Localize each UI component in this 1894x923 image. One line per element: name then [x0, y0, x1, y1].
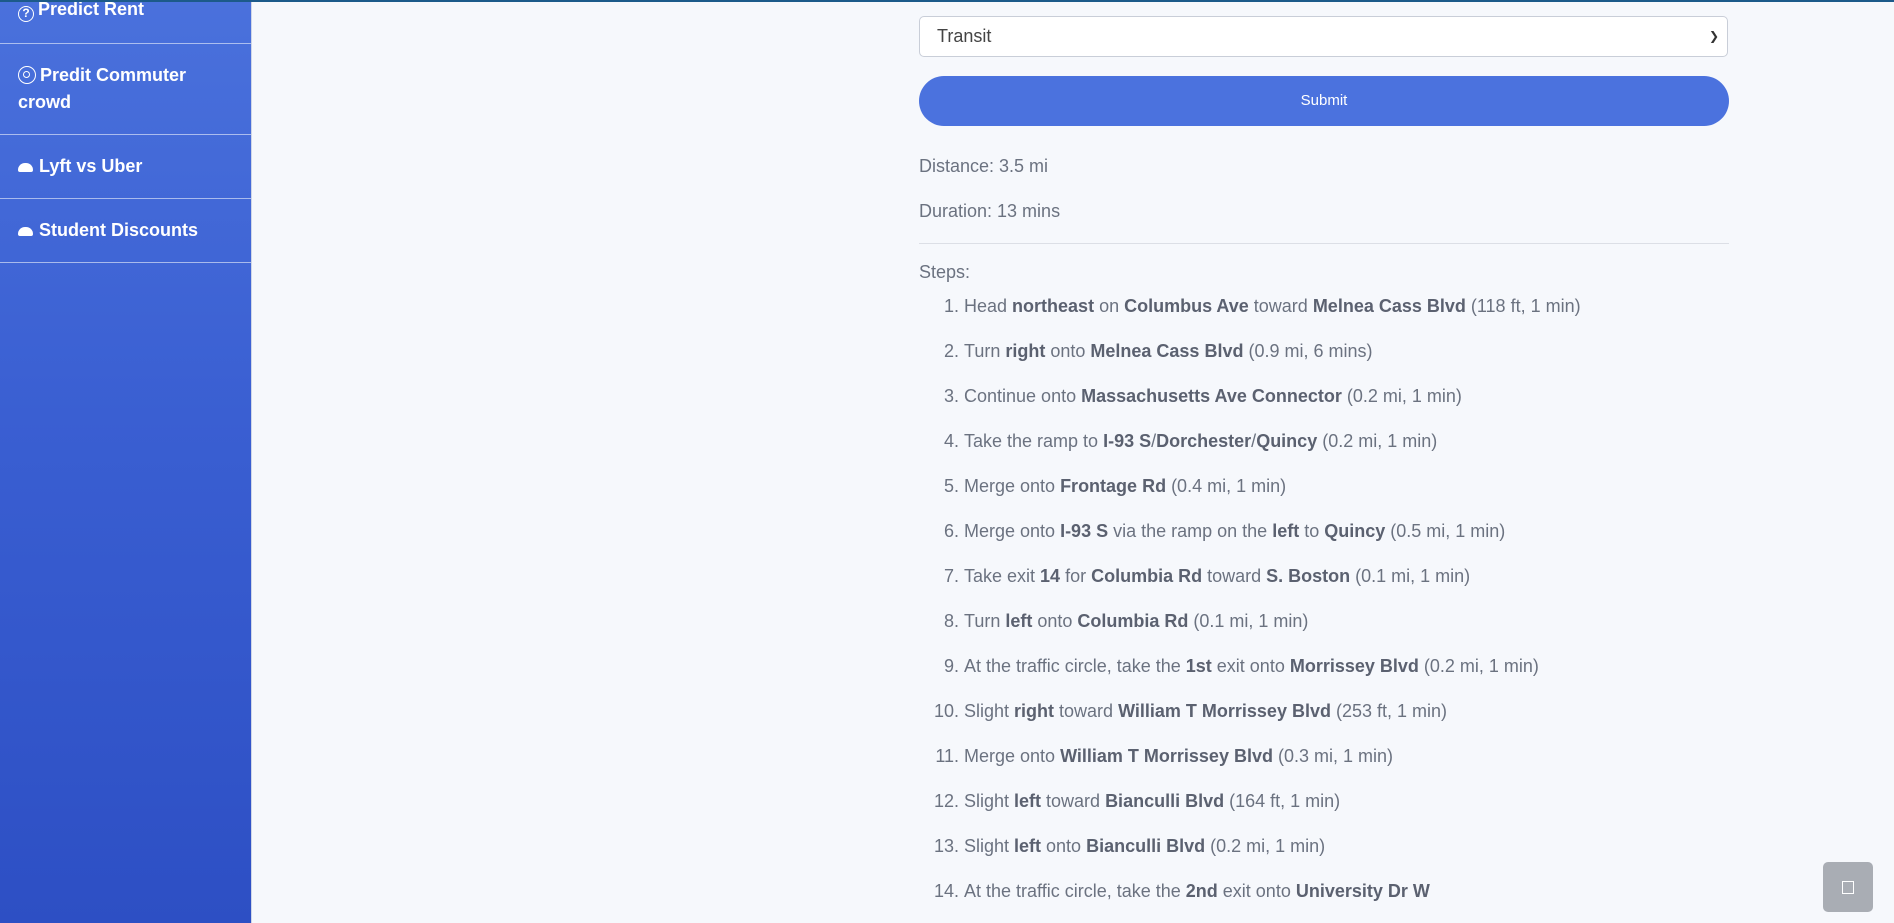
travel-mode-select[interactable]: Transit ❯	[919, 16, 1728, 57]
sidebar-item-label: Predit Commuter crowd	[18, 65, 187, 112]
step-item: Slight left toward Bianculli Blvd (164 f…	[964, 786, 1784, 831]
scroll-top-button[interactable]	[1823, 862, 1873, 912]
sidebar-item-label: Predict Rent	[38, 0, 145, 19]
sidebar-item-label: Lyft vs Uber	[39, 156, 143, 176]
step-item: Turn right onto Melnea Cass Blvd (0.9 mi…	[964, 336, 1784, 381]
car-icon	[18, 163, 33, 172]
step-item: At the traffic circle, take the 1st exit…	[964, 651, 1784, 696]
sidebar-item-lyft-vs-uber[interactable]: Lyft vs Uber	[0, 135, 251, 199]
question-circle-icon: ?	[18, 6, 34, 22]
step-item: Slight right toward William T Morrissey …	[964, 696, 1784, 741]
chevron-down-icon: ❯	[1708, 29, 1719, 43]
sidebar-item-predict-commuter-crowd[interactable]: Predit Commuter crowd	[0, 44, 251, 135]
sidebar: ? Predict Rent Predit Commuter crowd Lyft…	[0, 0, 252, 923]
steps-list: Head northeast on Columbus Ave toward Me…	[919, 291, 1784, 921]
step-item: Take the ramp to I-93 S/Dorchester/Quinc…	[964, 426, 1784, 471]
square-icon	[1842, 880, 1854, 894]
main-content: Transit ❯ Submit Distance: 3.5 mi Durati…	[252, 0, 1894, 923]
steps-label: Steps:	[919, 262, 971, 282]
submit-button[interactable]: Submit	[919, 76, 1729, 126]
step-item: Continue onto Massachusetts Ave Connecto…	[964, 381, 1784, 426]
step-item: Head northeast on Columbus Ave toward Me…	[964, 291, 1784, 336]
distance-text: Distance: 3.5 mi	[919, 156, 1049, 176]
step-item: Turn left onto Columbia Rd (0.1 mi, 1 mi…	[964, 606, 1784, 651]
divider	[919, 243, 1729, 244]
sidebar-item-predict-rent[interactable]: ? Predict Rent	[0, 0, 251, 44]
top-border	[0, 0, 1894, 2]
sidebar-item-label: Student Discounts	[39, 220, 199, 240]
step-item: At the traffic circle, take the 2nd exit…	[964, 876, 1784, 921]
duration-text: Duration: 13 mins	[919, 201, 1061, 221]
step-item: Take exit 14 for Columbia Rd toward S. B…	[964, 561, 1784, 606]
step-item: Slight left onto Bianculli Blvd (0.2 mi,…	[964, 831, 1784, 876]
travel-mode-value: Transit	[937, 26, 992, 46]
sidebar-item-student-discounts[interactable]: Student Discounts	[0, 199, 251, 263]
step-item: Merge onto Frontage Rd (0.4 mi, 1 min)	[964, 471, 1784, 516]
target-icon	[18, 66, 36, 84]
step-item: Merge onto I-93 S via the ramp on the le…	[964, 516, 1784, 561]
car-icon	[18, 227, 33, 236]
step-item: Merge onto William T Morrissey Blvd (0.3…	[964, 741, 1784, 786]
